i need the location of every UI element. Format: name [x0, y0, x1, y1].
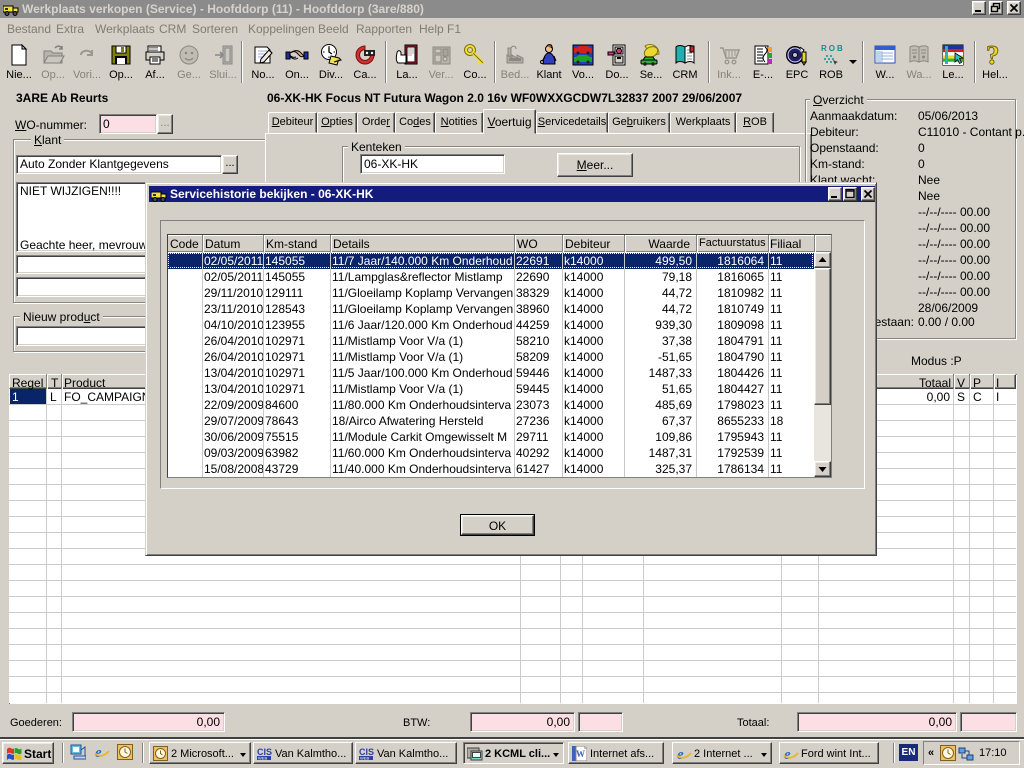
svg-text:W: W	[576, 749, 585, 759]
svg-text:WEB: WEB	[360, 756, 369, 761]
svg-text:?: ?	[986, 43, 1000, 67]
svg-text:WEB: WEB	[258, 756, 267, 761]
svg-text:e: e	[677, 747, 684, 762]
svg-text:e: e	[95, 745, 102, 760]
svg-text:e: e	[784, 747, 791, 762]
svg-text:ROB: ROB	[821, 44, 843, 53]
